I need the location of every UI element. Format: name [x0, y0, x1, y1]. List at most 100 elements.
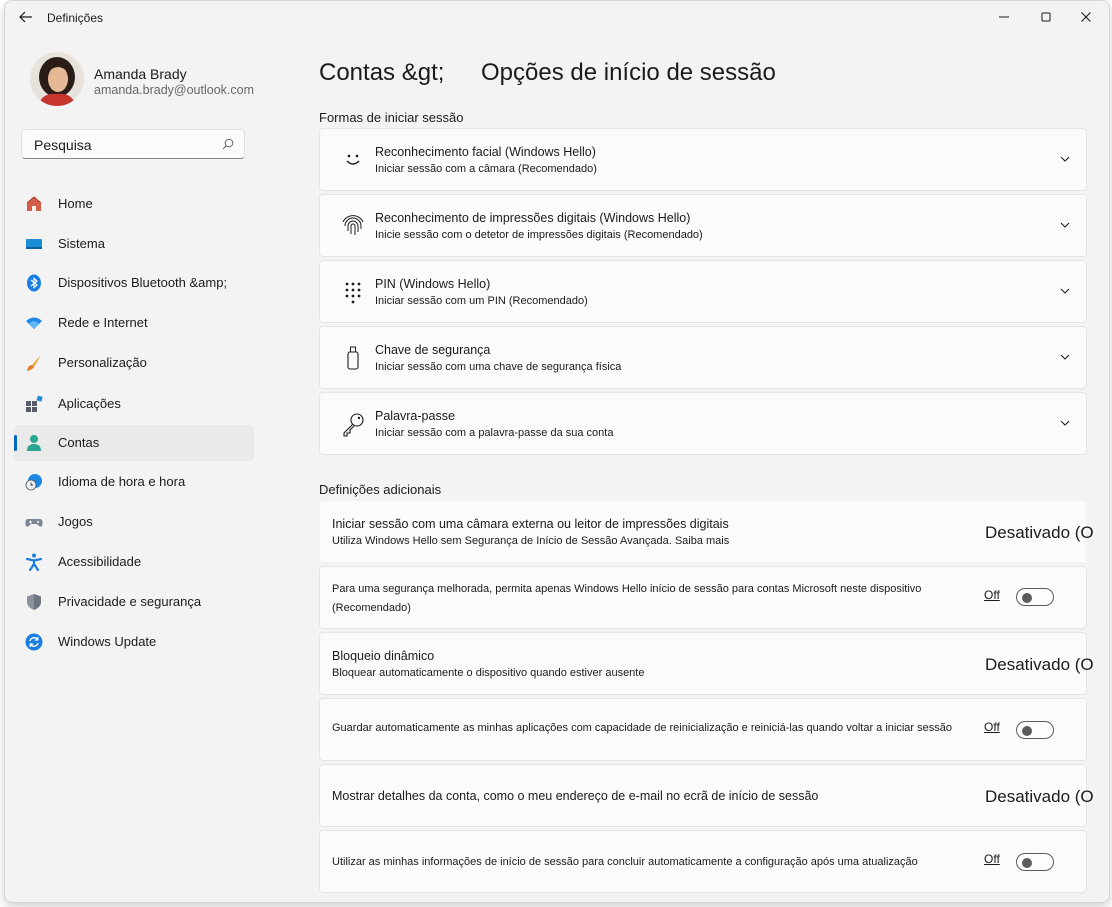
sidebar-item-label: Rede e Internet	[58, 315, 148, 330]
toggle-state-label: Off	[984, 852, 1000, 866]
setting-description: Guardar automaticamente as minhas aplica…	[332, 722, 952, 734]
sidebar-item-network[interactable]: Rede e Internet	[14, 305, 254, 341]
toggle-knob	[1022, 858, 1032, 868]
keypad-icon	[345, 282, 361, 304]
chevron-down-icon	[1060, 288, 1070, 294]
sidebar-item-time-language[interactable]: Idioma de hora e hora	[14, 464, 254, 500]
option-title: Chave de segurança	[375, 343, 491, 357]
apps-icon	[26, 395, 43, 412]
fingerprint-icon	[342, 215, 364, 235]
setting-external-camera: Iniciar sessão com uma câmara externa ou…	[319, 500, 1094, 563]
setting-account-details: Mostrar detalhes da conta, como o meu en…	[319, 764, 1094, 827]
sidebar-item-label: Aplicações	[58, 396, 121, 411]
sidebar-item-system[interactable]: Sistema	[14, 226, 254, 262]
brush-icon	[27, 355, 41, 371]
setting-status[interactable]: Desativado (O	[985, 523, 1094, 543]
search-icon[interactable]	[222, 138, 234, 150]
wifi-icon	[26, 317, 42, 329]
breadcrumb-parent[interactable]: Contas &gt;	[319, 59, 444, 87]
option-subtitle: Inicie sessão com o detetor de impressõe…	[375, 229, 703, 241]
sidebar-item-label: Home	[58, 196, 93, 211]
hello-only-toggle[interactable]	[1016, 588, 1054, 606]
sidebar-item-label: Personalização	[58, 355, 147, 370]
back-button[interactable]	[15, 7, 37, 27]
sidebar-item-bluetooth[interactable]: Dispositivos Bluetooth &amp;	[14, 265, 254, 301]
sidebar-item-accounts[interactable]: Contas	[14, 425, 254, 461]
setting-description: Para uma segurança melhorada, permita ap…	[332, 583, 922, 614]
chevron-down-icon	[1060, 420, 1070, 426]
sidebar-item-label: Jogos	[58, 514, 93, 529]
maximize-button[interactable]	[1028, 5, 1064, 29]
restart-apps-toggle[interactable]	[1016, 721, 1054, 739]
title-bar: Definições	[5, 1, 1109, 33]
setting-dynamic-lock: Bloqueio dinâmico Bloquear automaticamen…	[319, 632, 1094, 695]
toggle-knob	[1022, 726, 1032, 736]
settings-window: Definições Amanda Brady amanda.brady@out…	[4, 0, 1110, 903]
user-name: Amanda Brady	[94, 66, 187, 82]
auto-finish-setup-toggle[interactable]	[1016, 853, 1054, 871]
key-icon	[343, 413, 364, 437]
sidebar-item-gaming[interactable]: Jogos	[14, 504, 254, 540]
toggle-state-label: Off	[984, 588, 1000, 602]
sidebar-item-label: Dispositivos Bluetooth &amp;	[58, 275, 228, 290]
sidebar-item-home[interactable]: Home	[14, 186, 254, 222]
app-title: Definições	[47, 11, 104, 25]
setting-subtitle: Utiliza Windows Hello sem Segurança de I…	[332, 535, 730, 547]
sidebar-item-privacy[interactable]: Privacidade e segurança	[14, 584, 254, 620]
user-photo-icon	[30, 52, 84, 106]
search-box	[21, 129, 245, 159]
sidebar-item-label: Windows Update	[58, 634, 157, 649]
face-icon	[346, 154, 360, 165]
sidebar-item-label: Acessibilidade	[58, 554, 142, 569]
system-icon	[26, 239, 42, 249]
user-email: amanda.brady@outlook.com	[94, 83, 254, 97]
search-input[interactable]	[34, 136, 214, 153]
option-title: Palavra-passe	[375, 409, 455, 423]
page-title: Opções de início de sessão	[481, 59, 776, 86]
sidebar-item-label: Contas	[58, 435, 100, 450]
sidebar-item-personalization[interactable]: Personalização	[14, 345, 254, 381]
setting-subtitle: Bloquear automaticamente o dispositivo q…	[332, 667, 645, 679]
setting-status[interactable]: Desativado (O	[985, 655, 1094, 675]
maximize-icon	[1041, 12, 1051, 22]
toggle-state-label: Off	[984, 720, 1000, 734]
signin-option-pin[interactable]: PIN (Windows Hello) Iniciar sessão com u…	[319, 260, 1087, 323]
signin-option-password[interactable]: Palavra-passe Iniciar sessão com a palav…	[319, 392, 1087, 455]
chevron-down-icon	[1060, 222, 1070, 228]
sidebar-item-apps[interactable]: Aplicações	[14, 386, 254, 422]
toggle-knob	[1022, 593, 1032, 603]
accessibility-icon	[25, 553, 43, 571]
chevron-down-icon	[1060, 156, 1070, 162]
sidebar-item-label: Privacidade e segurança	[58, 594, 202, 609]
sidebar-item-accessibility[interactable]: Acessibilidade	[14, 544, 254, 580]
minimize-button[interactable]	[986, 5, 1022, 29]
sidebar-item-label: Sistema	[58, 236, 105, 251]
chevron-down-icon	[1060, 354, 1070, 360]
signin-option-security-key[interactable]: Chave de segurança Iniciar sessão com um…	[319, 326, 1087, 389]
avatar[interactable]	[30, 52, 84, 106]
shield-icon	[27, 594, 41, 610]
gamepad-icon	[25, 519, 43, 527]
time-language-icon	[25, 474, 42, 491]
setting-hello-only: Para uma segurança melhorada, permita ap…	[319, 566, 1087, 629]
setting-description: Utilizar as minhas informações de início…	[332, 856, 918, 868]
option-subtitle: Iniciar sessão com um PIN (Recomendado)	[375, 295, 588, 307]
setting-title: Bloqueio dinâmico	[332, 649, 435, 663]
setting-auto-finish-setup: Utilizar as minhas informações de início…	[319, 830, 1087, 893]
signin-option-fingerprint[interactable]: Reconhecimento de impressões digitais (W…	[319, 194, 1087, 257]
sidebar-item-windows-update[interactable]: Windows Update	[14, 624, 254, 660]
option-subtitle: Iniciar sessão com uma chave de seguranç…	[375, 361, 622, 373]
close-button[interactable]	[1068, 5, 1104, 29]
update-icon	[25, 633, 43, 651]
selection-indicator	[14, 435, 17, 451]
setting-title: Iniciar sessão com uma câmara externa ou…	[332, 517, 729, 531]
signin-option-face[interactable]: Reconhecimento facial (Windows Hello) In…	[319, 128, 1087, 191]
option-subtitle: Iniciar sessão com a palavra-passe da su…	[375, 427, 614, 439]
option-title: Reconhecimento facial (Windows Hello)	[375, 145, 596, 159]
usb-key-icon	[347, 346, 359, 370]
section-heading-additional: Definições adicionais	[319, 482, 442, 497]
option-title: PIN (Windows Hello)	[375, 277, 491, 291]
option-subtitle: Iniciar sessão com a câmara (Recomendado…	[375, 163, 597, 175]
setting-status[interactable]: Desativado (O	[985, 787, 1094, 807]
minimize-icon	[999, 16, 1009, 18]
